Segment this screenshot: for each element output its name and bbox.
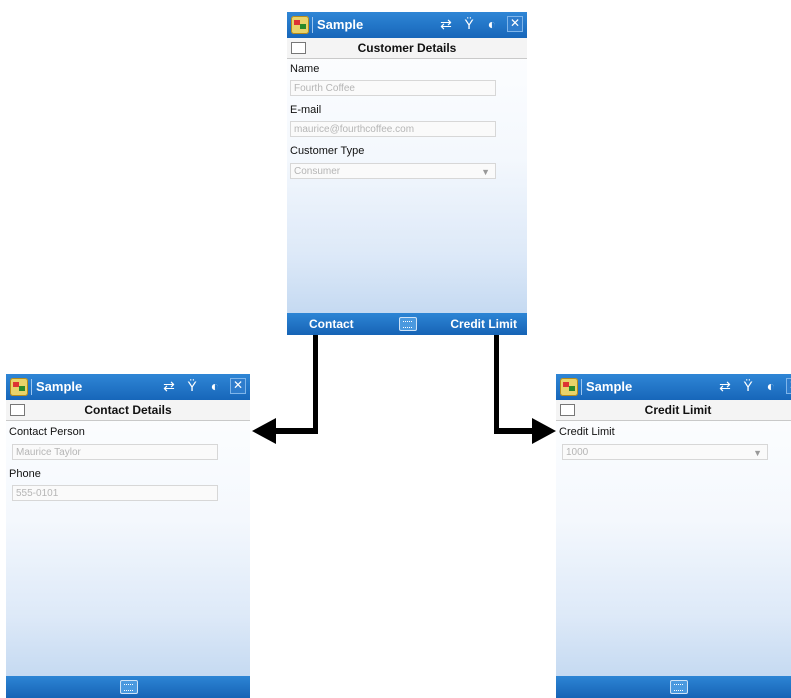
soft-key-bar	[6, 676, 250, 698]
app-title: Sample	[317, 17, 364, 32]
title-bar: Sample ⇄ Ÿ ◐ ✕	[6, 374, 250, 400]
name-label: Name	[290, 63, 320, 75]
volume-icon[interactable]: ◐	[484, 16, 500, 32]
customer-type-label: Customer Type	[290, 145, 365, 157]
signal-icon[interactable]: Ÿ	[740, 378, 756, 394]
contact-soft-key[interactable]: Contact	[309, 317, 354, 331]
email-label: E-mail	[290, 104, 322, 116]
title-separator	[312, 17, 313, 33]
keyboard-icon[interactable]	[670, 680, 688, 694]
contact-person-field[interactable]: Maurice Taylor	[12, 444, 218, 460]
customer-details-screen: Sample ⇄ Ÿ ◐ ✕ Customer Details Name Fou…	[287, 12, 527, 335]
app-title: Sample	[36, 379, 83, 394]
chevron-down-icon: ▼	[481, 167, 490, 177]
volume-icon[interactable]: ◐	[207, 378, 223, 394]
chevron-down-icon: ▼	[753, 448, 762, 458]
credit-limit-select[interactable]: 1000 ▼	[562, 444, 768, 460]
soft-key-bar	[556, 676, 791, 698]
system-tray: ⇄ Ÿ ◐ ✕	[161, 378, 246, 394]
app-title: Sample	[586, 379, 633, 394]
credit-limit-soft-key[interactable]: Credit Limit	[450, 317, 517, 331]
contact-details-screen: Sample ⇄ Ÿ ◐ ✕ Contact Details Contact P…	[6, 374, 250, 698]
title-separator	[581, 379, 582, 395]
credit-limit-screen: Sample ⇄ Ÿ ◐ ✕ Credit Limit Credit Limit…	[556, 374, 791, 698]
soft-key-bar: Contact Credit Limit	[287, 313, 527, 335]
close-icon[interactable]: ✕	[786, 378, 791, 394]
title-bar: Sample ⇄ Ÿ ◐ ✕	[556, 374, 791, 400]
windows-start-icon[interactable]	[560, 378, 578, 396]
phone-field[interactable]: 555-0101	[12, 485, 218, 501]
title-bar: Sample ⇄ Ÿ ◐ ✕	[287, 12, 527, 38]
arrow-head	[252, 418, 276, 444]
contact-person-label: Contact Person	[9, 426, 85, 438]
volume-icon[interactable]: ◐	[763, 378, 779, 394]
signal-icon[interactable]: Ÿ	[184, 378, 200, 394]
sync-arrows-icon[interactable]: ⇄	[717, 378, 733, 394]
sync-arrows-icon[interactable]: ⇄	[438, 16, 454, 32]
arrow-shaft	[494, 335, 499, 429]
windows-start-icon[interactable]	[10, 378, 28, 396]
page-title: Credit Limit	[644, 403, 712, 417]
system-tray: ⇄ Ÿ ◐ ✕	[438, 16, 523, 32]
close-icon[interactable]: ✕	[230, 378, 246, 394]
windows-start-icon[interactable]	[291, 16, 309, 34]
credit-limit-label: Credit Limit	[559, 426, 615, 438]
arrow-shaft	[313, 335, 318, 429]
title-separator	[31, 379, 32, 395]
credit-limit-value: 1000	[566, 447, 589, 458]
customer-type-value: Consumer	[294, 166, 341, 177]
form-header: Customer Details	[287, 38, 527, 59]
keyboard-icon[interactable]	[399, 317, 417, 331]
page-title: Customer Details	[357, 41, 457, 55]
signal-icon[interactable]: Ÿ	[461, 16, 477, 32]
phone-label: Phone	[9, 468, 41, 480]
sync-arrows-icon[interactable]: ⇄	[161, 378, 177, 394]
keyboard-icon[interactable]	[120, 680, 138, 694]
email-field[interactable]: maurice@fourthcoffee.com	[290, 121, 496, 137]
close-icon[interactable]: ✕	[507, 16, 523, 32]
form-header: Credit Limit	[556, 400, 791, 421]
page-title: Contact Details	[84, 403, 172, 417]
name-field[interactable]: Fourth Coffee	[290, 80, 496, 96]
form-header: Contact Details	[6, 400, 250, 421]
system-tray: ⇄ Ÿ ◐ ✕	[717, 378, 791, 394]
customer-type-select[interactable]: Consumer ▼	[290, 163, 496, 179]
arrow-shaft	[272, 428, 318, 434]
arrow-head	[532, 418, 556, 444]
